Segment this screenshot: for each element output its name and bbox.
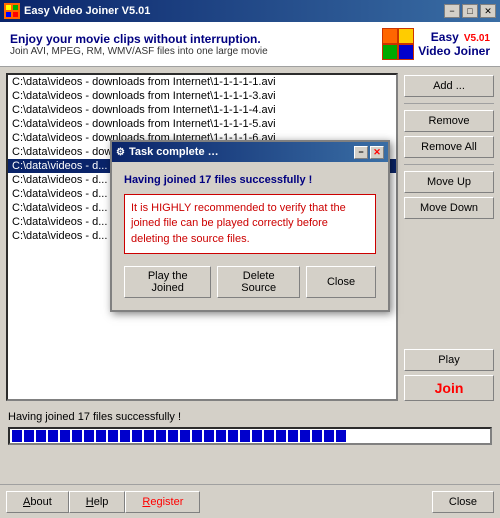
modal-button-group: Play the Joined Delete Source Close xyxy=(124,266,376,298)
modal-warning-message: It is HIGHLY recommended to verify that … xyxy=(124,194,376,254)
modal-title-icon: ⚙ xyxy=(116,147,125,158)
modal-close-x-button[interactable]: ✕ xyxy=(370,146,384,159)
delete-source-button[interactable]: Delete Source xyxy=(217,266,300,298)
modal-title-text: Task complete … xyxy=(129,146,354,158)
modal-body: Having joined 17 files successfully ! It… xyxy=(112,162,388,310)
modal-controls: − ✕ xyxy=(354,146,384,159)
modal-overlay: ⚙ Task complete … − ✕ Having joined 17 f… xyxy=(0,0,500,518)
modal-success-message: Having joined 17 files successfully ! xyxy=(124,174,376,186)
play-joined-button[interactable]: Play the Joined xyxy=(124,266,211,298)
modal-minimize-button[interactable]: − xyxy=(354,146,368,159)
modal-title-bar: ⚙ Task complete … − ✕ xyxy=(112,142,388,162)
modal-close-button[interactable]: Close xyxy=(306,266,376,298)
task-complete-dialog: ⚙ Task complete … − ✕ Having joined 17 f… xyxy=(110,140,390,312)
